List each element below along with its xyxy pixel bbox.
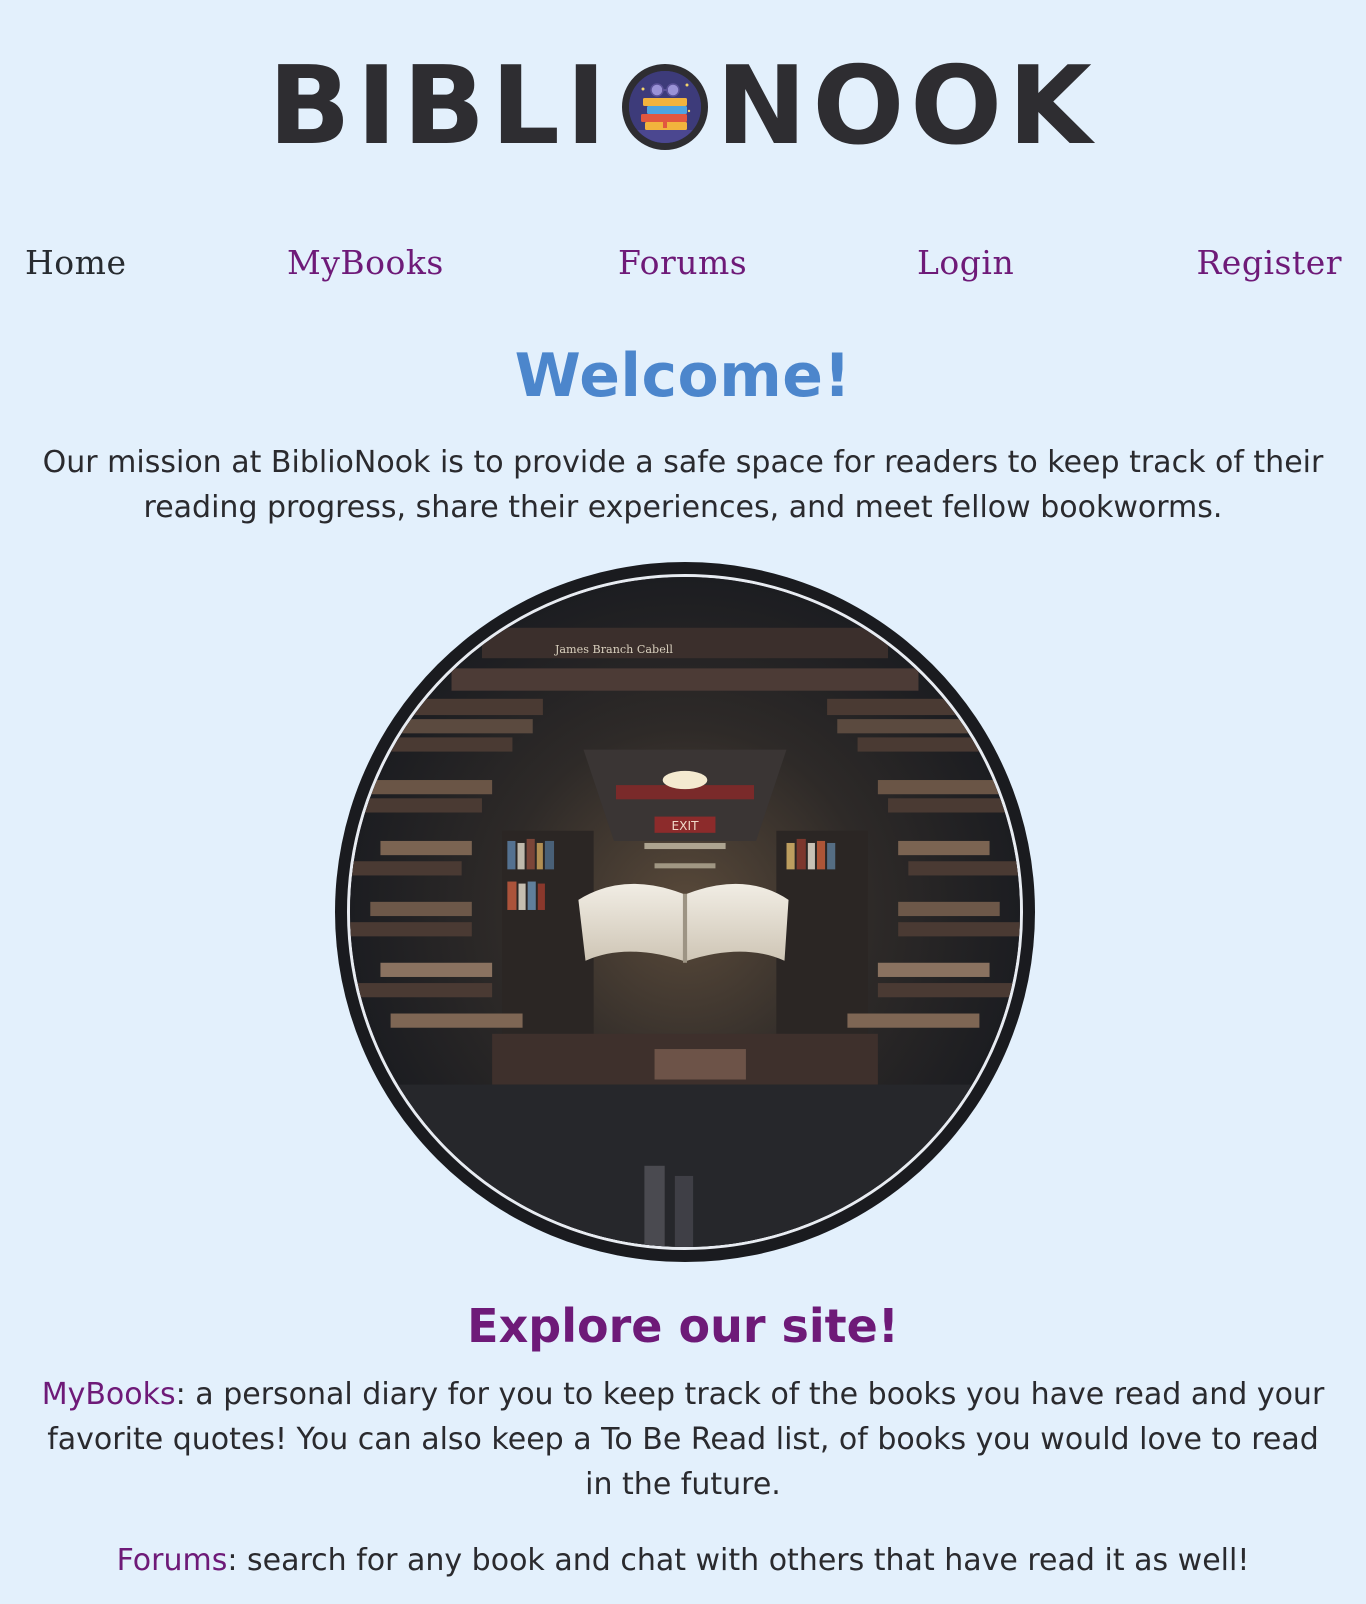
feature-mybooks-description: : a personal diary for you to keep track… xyxy=(47,1377,1325,1502)
feature-forums: Forums: search for any book and chat wit… xyxy=(30,1538,1336,1583)
logo-text-right: NOOK xyxy=(716,44,1098,169)
welcome-heading: Welcome! xyxy=(514,341,852,411)
nav-register[interactable]: Register xyxy=(1196,238,1342,288)
nav-login[interactable]: Login xyxy=(917,238,1014,288)
nav-home[interactable]: Home xyxy=(25,238,126,288)
nav-mybooks[interactable]: MyBooks xyxy=(287,238,444,288)
feature-mybooks: MyBooks: a personal diary for you to kee… xyxy=(30,1372,1336,1507)
library-photo: EXIT James Branch Cabell xyxy=(347,574,1023,1250)
logo-text-left: BIBLI xyxy=(268,44,613,169)
explore-heading: Explore our site! xyxy=(467,1299,899,1353)
feature-forums-description: : search for any book and chat with othe… xyxy=(227,1543,1250,1578)
book-stack-icon xyxy=(622,64,709,150)
site-logo[interactable]: BIBLI NOOK xyxy=(0,52,1366,162)
book-spine-text: James Branch Cabell xyxy=(554,643,673,656)
exit-sign: EXIT xyxy=(671,819,699,833)
feature-mybooks-link[interactable]: MyBooks xyxy=(42,1377,176,1412)
feature-forums-link[interactable]: Forums xyxy=(117,1543,228,1578)
main-nav: Home MyBooks Forums Login Register xyxy=(0,238,1366,288)
hero-image-frame: EXIT James Branch Cabell xyxy=(335,562,1035,1262)
mission-statement: Our mission at BiblioNook is to provide … xyxy=(42,445,1324,525)
nav-forums[interactable]: Forums xyxy=(618,238,747,288)
